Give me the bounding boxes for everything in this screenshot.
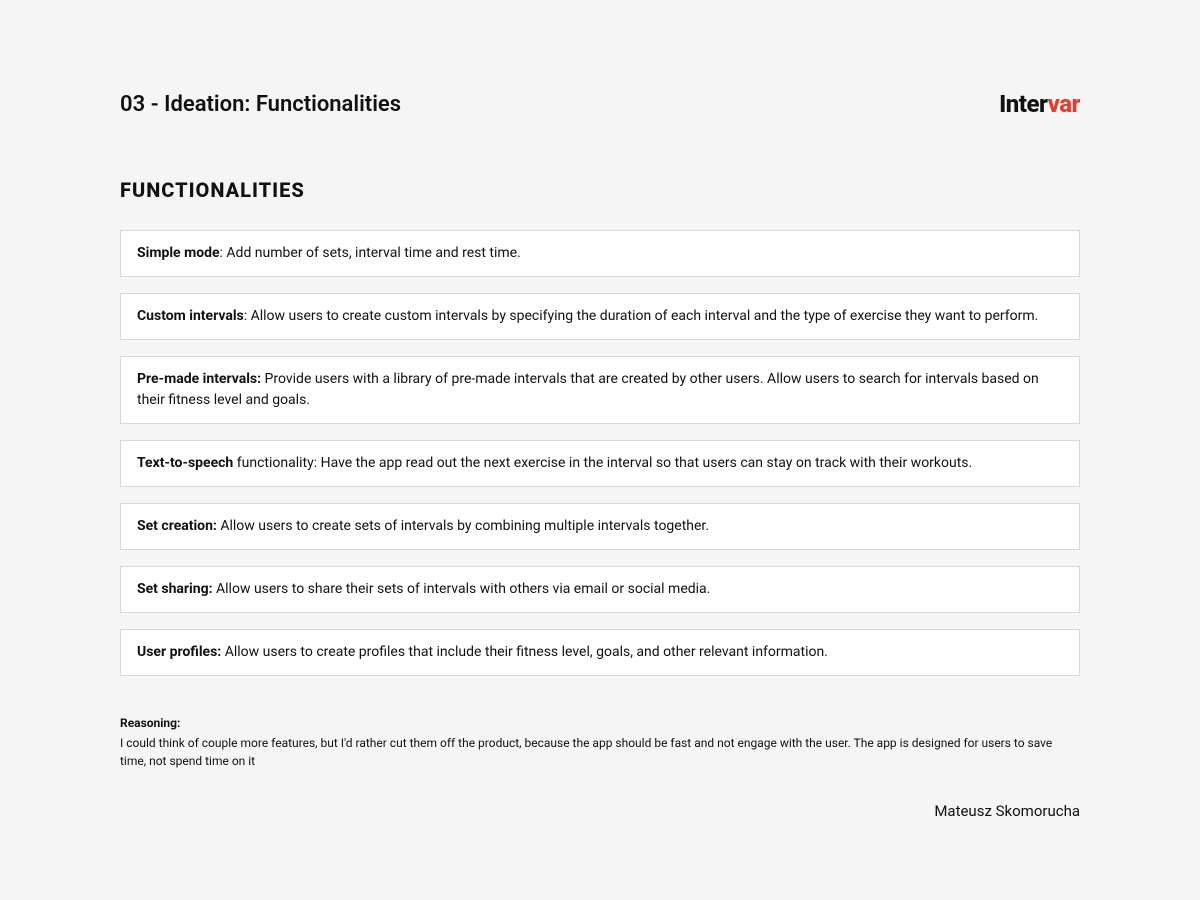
functionality-item: Custom intervals: Allow users to create … [120,293,1080,340]
functionality-bold: Simple mode [137,245,220,261]
functionality-bold: Custom intervals [137,308,244,324]
functionality-text: : Allow users to create custom intervals… [244,308,1039,324]
functionality-item: User profiles: Allow users to create pro… [120,629,1080,676]
functionality-text: Provide users with a library of pre-made… [137,371,1039,408]
functionality-item: Pre-made intervals: Provide users with a… [120,356,1080,424]
functionality-bold: User profiles: [137,644,221,660]
functionality-text: Allow users to share their sets of inter… [213,581,711,597]
section-heading: FUNCTIONALITIES [120,178,1080,202]
reasoning-label: Reasoning: [120,714,1080,732]
functionality-item: Set creation: Allow users to create sets… [120,503,1080,550]
functionality-bold: Pre-made intervals: [137,371,261,387]
functionality-bold: Set sharing: [137,581,213,597]
functionality-item: Text-to-speech functionality: Have the a… [120,440,1080,487]
functionality-bold: Text-to-speech [137,455,233,471]
logo-part2: var [1048,90,1080,118]
page-title: 03 - Ideation: Functionalities [120,92,401,117]
functionality-text: : Add number of sets, interval time and … [220,245,521,261]
reasoning-block: Reasoning: I could think of couple more … [120,714,1080,770]
functionality-bold: Set creation: [137,518,217,534]
author-name: Mateusz Skomorucha [934,802,1080,820]
functionality-item: Simple mode: Add number of sets, interva… [120,230,1080,277]
header: 03 - Ideation: Functionalities Intervar [120,90,1080,118]
functionalities-list: Simple mode: Add number of sets, interva… [120,230,1080,676]
functionality-text: Allow users to create profiles that incl… [221,644,828,660]
functionality-text: Allow users to create sets of intervals … [217,518,709,534]
logo-part1: Inter [999,90,1048,118]
logo: Intervar [999,90,1080,118]
reasoning-body: I could think of couple more features, b… [120,736,1052,768]
functionality-item: Set sharing: Allow users to share their … [120,566,1080,613]
functionality-text: functionality: Have the app read out the… [233,455,972,471]
